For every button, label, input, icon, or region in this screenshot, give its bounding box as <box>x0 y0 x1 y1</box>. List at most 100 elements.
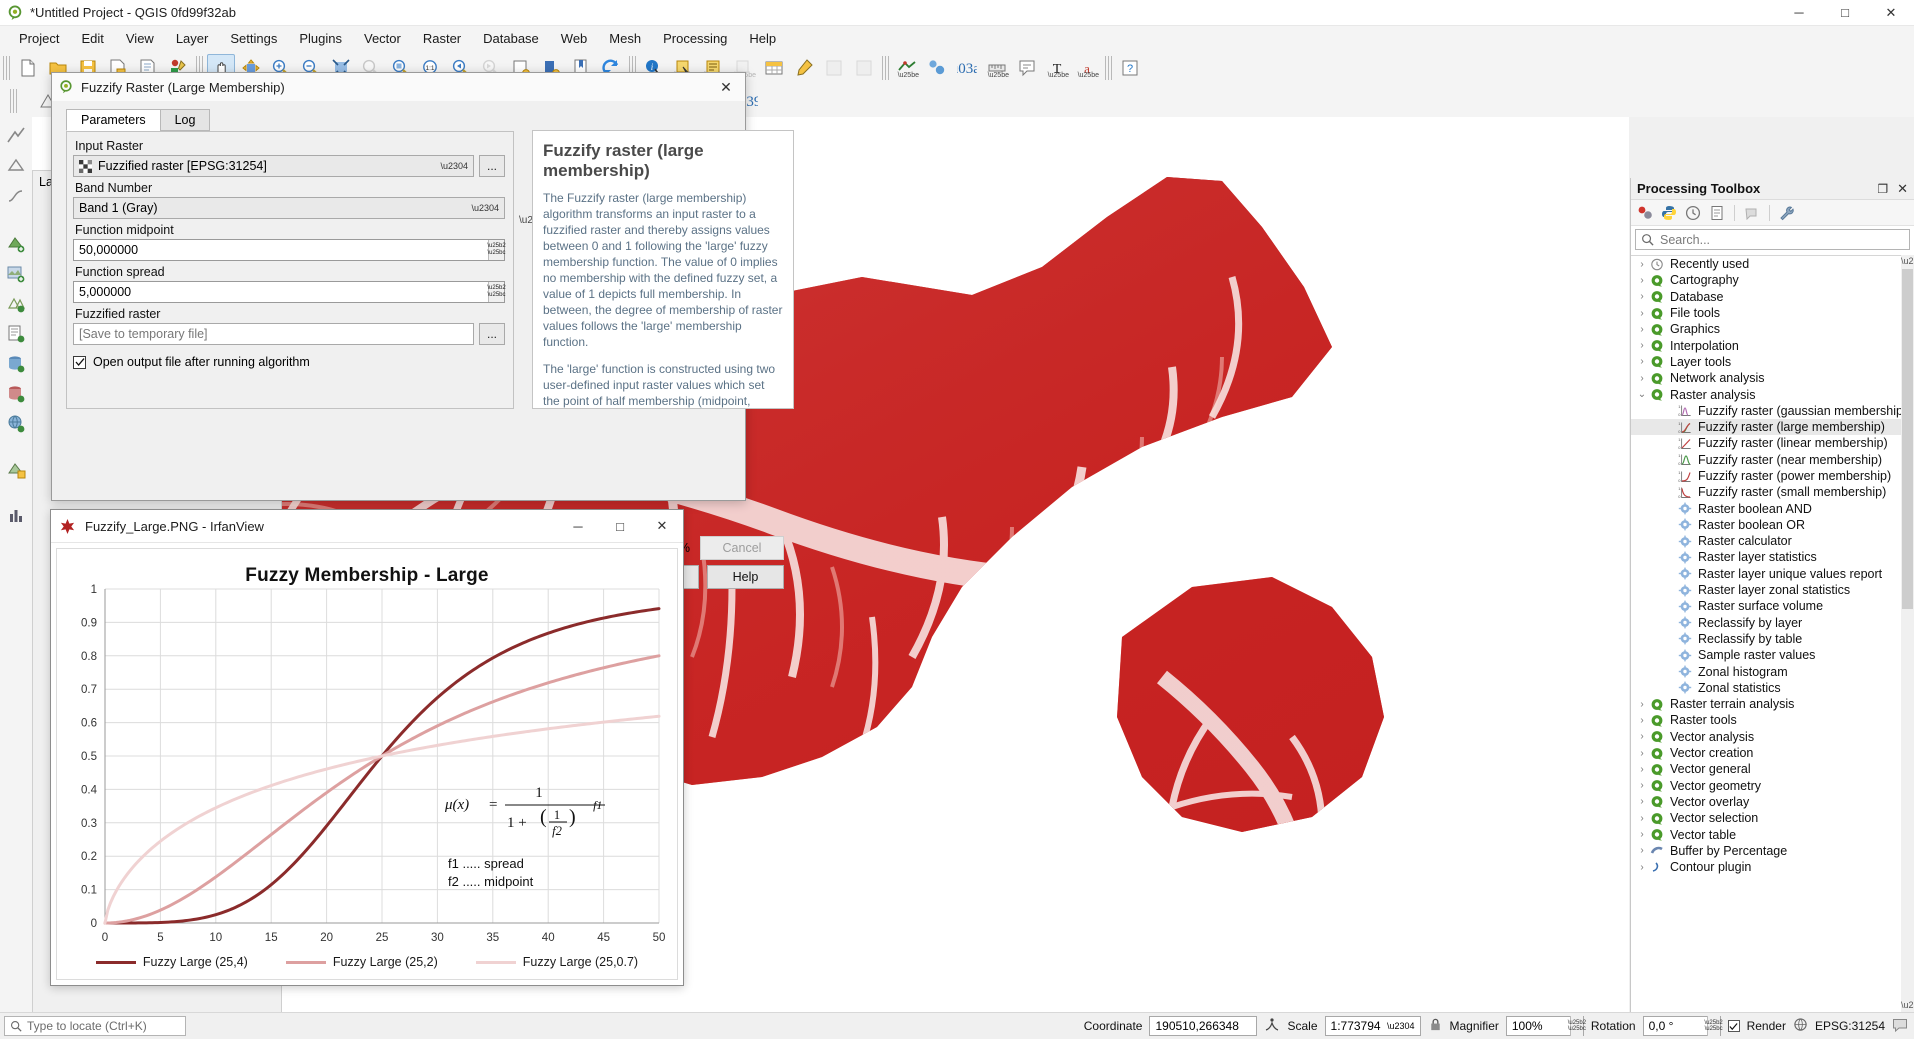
processing-toolbox-icon[interactable] <box>923 54 951 81</box>
scrollbar-thumb[interactable] <box>1902 269 1913 609</box>
collapsed-chevron-icon[interactable]: › <box>1635 259 1649 270</box>
collapsed-chevron-icon[interactable]: › <box>1635 813 1649 824</box>
menu-edit[interactable]: Edit <box>70 28 114 49</box>
algorithm-tree-item[interactable]: ›Vector overlay <box>1631 794 1914 810</box>
menu-settings[interactable]: Settings <box>219 28 288 49</box>
new-shapefile-layer-icon[interactable] <box>2 455 30 485</box>
algorithm-tree-item[interactable]: 10Fuzzify raster (small membership) <box>1631 484 1914 500</box>
open-output-checkbox[interactable] <box>73 356 86 369</box>
add-raster-layer-icon[interactable] <box>2 259 30 289</box>
algorithm-tree-item[interactable]: ›Network analysis <box>1631 370 1914 386</box>
help-button[interactable]: Help <box>707 565 784 589</box>
algorithm-tree-item[interactable]: ›Vector table <box>1631 826 1914 842</box>
algorithm-tree-item[interactable]: Raster calculator <box>1631 533 1914 549</box>
algorithm-tree-item[interactable]: ›Cartography <box>1631 272 1914 288</box>
algorithm-tree-item[interactable]: 10Fuzzify raster (large membership) <box>1631 419 1914 435</box>
chevron-down-icon-4[interactable]: \u25be <box>898 72 919 79</box>
open-output-row[interactable]: Open output file after running algorithm <box>73 355 505 369</box>
coordinate-value[interactable]: 190510,266348 <box>1149 1016 1257 1036</box>
add-wms-layer-icon[interactable] <box>2 409 30 439</box>
collapsed-chevron-icon[interactable]: › <box>1635 780 1649 791</box>
input-raster-browse-button[interactable]: ... <box>479 155 505 177</box>
algorithm-tree-item[interactable]: ›Database <box>1631 289 1914 305</box>
algorithm-tree-item[interactable]: Raster surface volume <box>1631 598 1914 614</box>
menu-layer[interactable]: Layer <box>165 28 220 49</box>
band-number-combo[interactable]: Band 1 (Gray) \u2304 <box>73 197 505 219</box>
expanded-chevron-icon[interactable]: ⌄ <box>1635 389 1649 400</box>
algorithm-tree-item[interactable]: 10Fuzzify raster (gaussian membership) <box>1631 403 1914 419</box>
menu-plugins[interactable]: Plugins <box>288 28 353 49</box>
algorithm-tree-item[interactable]: ›Vector creation <box>1631 745 1914 761</box>
irfanview-maximize-button[interactable]: □ <box>599 510 641 542</box>
algorithm-tree-item[interactable]: ›Vector geometry <box>1631 778 1914 794</box>
options-wrench-icon[interactable] <box>1778 204 1796 222</box>
processing-search-input[interactable]: Search... <box>1635 229 1910 250</box>
collapsed-chevron-icon[interactable]: › <box>1635 373 1649 384</box>
collapsed-chevron-icon[interactable]: › <box>1635 308 1649 319</box>
collapsed-chevron-icon[interactable]: › <box>1635 829 1649 840</box>
chevron-down-icon-7[interactable]: \u25be <box>1078 72 1099 79</box>
add-mesh-layer-icon[interactable] <box>2 289 30 319</box>
algorithm-tree-item[interactable]: 10Fuzzify raster (near membership) <box>1631 452 1914 468</box>
messages-icon[interactable] <box>1892 1017 1908 1036</box>
collapsed-chevron-icon[interactable]: › <box>1635 291 1649 302</box>
history-clock-icon[interactable] <box>1684 204 1702 222</box>
help-contents-icon[interactable]: ? <box>1116 54 1144 81</box>
edit-features-in-place-icon[interactable] <box>1743 204 1761 222</box>
digitize-line-icon[interactable] <box>2 121 30 151</box>
dialog-close-icon[interactable]: ✕ <box>713 74 739 100</box>
render-checkbox[interactable] <box>1728 1020 1740 1032</box>
algorithm-tree-item[interactable]: Zonal statistics <box>1631 680 1914 696</box>
python-script-icon[interactable] <box>1660 204 1678 222</box>
open-attribute-table-icon[interactable] <box>760 54 788 81</box>
annotation-layer-icon[interactable]: a \u25be <box>1073 54 1101 81</box>
collapsed-chevron-icon[interactable]: › <box>1635 275 1649 286</box>
algorithm-tree-item[interactable]: ›Interpolation <box>1631 337 1914 353</box>
add-delimited-text-icon[interactable] <box>2 319 30 349</box>
add-vector-layer-icon[interactable] <box>2 229 30 259</box>
algorithm-tree-item[interactable]: ⌄Raster analysis <box>1631 386 1914 402</box>
add-spatialite-icon[interactable] <box>2 379 30 409</box>
algorithm-tree-item[interactable]: ›Raster terrain analysis <box>1631 696 1914 712</box>
rotation-spinner[interactable]: 0,0 ° \u25b2\u25bc <box>1643 1016 1721 1036</box>
lock-scale-icon[interactable] <box>1428 1017 1443 1035</box>
processing-tree-scrollbar[interactable]: \u2303 \u2304 <box>1901 255 1914 1012</box>
tab-log[interactable]: Log <box>160 109 211 131</box>
chevron-down-icon-scale[interactable]: \u2304 <box>1387 1021 1415 1031</box>
algorithm-tree-item[interactable]: Zonal histogram <box>1631 663 1914 679</box>
algorithm-tree-item[interactable]: Reclassify by table <box>1631 631 1914 647</box>
irfanview-minimize-button[interactable]: ─ <box>557 510 599 542</box>
collapsed-chevron-icon[interactable]: › <box>1635 715 1649 726</box>
locator-search-input[interactable]: Type to locate (Ctrl+K) <box>4 1016 186 1036</box>
measure-line-icon[interactable]: \u25be <box>893 54 921 81</box>
open-data-source-manager-icon[interactable] <box>2 501 30 531</box>
maximize-button[interactable]: □ <box>1822 0 1868 26</box>
algorithm-tree-item[interactable]: ›Vector analysis <box>1631 729 1914 745</box>
algorithm-tree-item[interactable]: ›Buffer by Percentage <box>1631 843 1914 859</box>
menu-web[interactable]: Web <box>550 28 599 49</box>
fuzzified-raster-output-input[interactable]: [Save to temporary file] <box>73 323 474 345</box>
toolbar-grip-4[interactable] <box>882 56 889 80</box>
algorithm-tree-item[interactable]: ›Raster tools <box>1631 712 1914 728</box>
new-project-icon[interactable] <box>14 54 42 81</box>
processing-algorithm-tree[interactable]: ›Recently used›Cartography›Database›File… <box>1631 255 1914 1012</box>
rotation-stepper[interactable]: \u25b2\u25bc <box>1707 1016 1720 1036</box>
add-postgis-layer-icon[interactable] <box>2 349 30 379</box>
toolbar-grip-5[interactable] <box>1105 56 1112 80</box>
modify-attributes-icon[interactable] <box>850 54 878 81</box>
close-panel-icon[interactable]: ✕ <box>1897 181 1908 197</box>
algorithm-tree-item[interactable]: Raster layer zonal statistics <box>1631 582 1914 598</box>
algorithm-tree-item[interactable]: 10Fuzzify raster (power membership) <box>1631 468 1914 484</box>
menu-vector[interactable]: Vector <box>353 28 412 49</box>
digitize-curve-icon[interactable] <box>2 181 30 211</box>
menu-raster[interactable]: Raster <box>412 28 472 49</box>
spread-stepper-arrows[interactable]: \u25b2\u25bc <box>488 282 504 302</box>
menu-project[interactable]: Project <box>8 28 70 49</box>
collapsed-chevron-icon[interactable]: › <box>1635 748 1649 759</box>
collapsed-chevron-icon[interactable]: › <box>1635 699 1649 710</box>
collapsed-chevron-icon[interactable]: › <box>1635 845 1649 856</box>
cancel-button[interactable]: Cancel <box>700 536 784 560</box>
menu-mesh[interactable]: Mesh <box>598 28 652 49</box>
algorithm-tree-item[interactable]: Raster boolean OR <box>1631 517 1914 533</box>
irfanview-close-button[interactable]: ✕ <box>641 510 683 542</box>
